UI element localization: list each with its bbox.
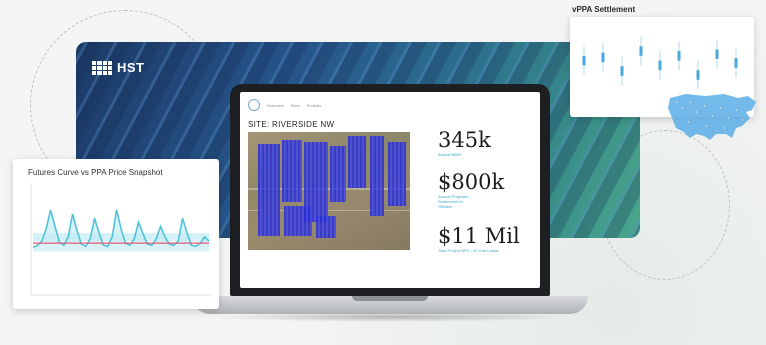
stat-label: Annual Projected Settlement for Offtaker xyxy=(438,194,469,209)
settlement-mark xyxy=(734,58,738,68)
stat-label: Total Project NPV / 20 Year Lease xyxy=(438,248,499,253)
settlement-mark xyxy=(658,60,662,71)
futures-chart-card[interactable]: Futures Curve vs PPA Price Snapshot xyxy=(13,159,219,309)
nav-item-sites[interactable]: Sites xyxy=(291,103,300,108)
stat-value: $11 Mil xyxy=(438,224,520,248)
settlement-mark xyxy=(620,66,624,76)
hst-logo: HST xyxy=(92,60,145,75)
stat-npv: $11 Mil Total Project NPV / 20 Year Leas… xyxy=(438,226,520,254)
stat-label: Annual MWH xyxy=(438,152,462,157)
solar-array xyxy=(370,136,384,216)
vppa-title: vPPA Settlement xyxy=(572,5,636,14)
settlement-mark xyxy=(715,49,719,59)
settlement-mark xyxy=(639,46,643,56)
stat-settlement: $800k Annual Projected Settlement for Of… xyxy=(438,172,528,209)
solar-array xyxy=(388,142,406,206)
stat-annual-mwh: 345k Annual MWH xyxy=(438,130,491,158)
solar-array xyxy=(348,136,366,188)
logo-mark-icon xyxy=(92,60,112,75)
logo-text: HST xyxy=(117,60,145,75)
laptop-screen: Overview Sites Portfolio SITE: RIVERSIDE… xyxy=(240,92,540,288)
nav-item-overview[interactable]: Overview xyxy=(267,103,284,108)
app-logo-icon[interactable] xyxy=(248,99,260,111)
nav-item-portfolio[interactable]: Portfolio xyxy=(307,103,322,108)
solar-array xyxy=(284,206,312,236)
us-map-shape xyxy=(668,94,756,140)
stat-value: 345k xyxy=(438,128,491,152)
site-title: SITE: RIVERSIDE NW xyxy=(248,120,335,129)
screen-nav: Overview Sites Portfolio xyxy=(248,98,532,112)
solar-array xyxy=(282,140,302,202)
solar-array xyxy=(316,216,336,238)
us-map xyxy=(668,94,756,140)
laptop-hinge xyxy=(352,296,428,301)
stat-value: $800k xyxy=(438,170,505,194)
settlement-mark xyxy=(696,70,700,80)
solar-array xyxy=(330,146,346,202)
solar-array xyxy=(258,144,280,236)
settlement-mark xyxy=(601,52,605,63)
settlement-mark xyxy=(677,51,681,61)
futures-chart xyxy=(30,183,211,296)
aerial-site-map[interactable] xyxy=(248,132,410,250)
settlement-mark xyxy=(582,55,586,66)
